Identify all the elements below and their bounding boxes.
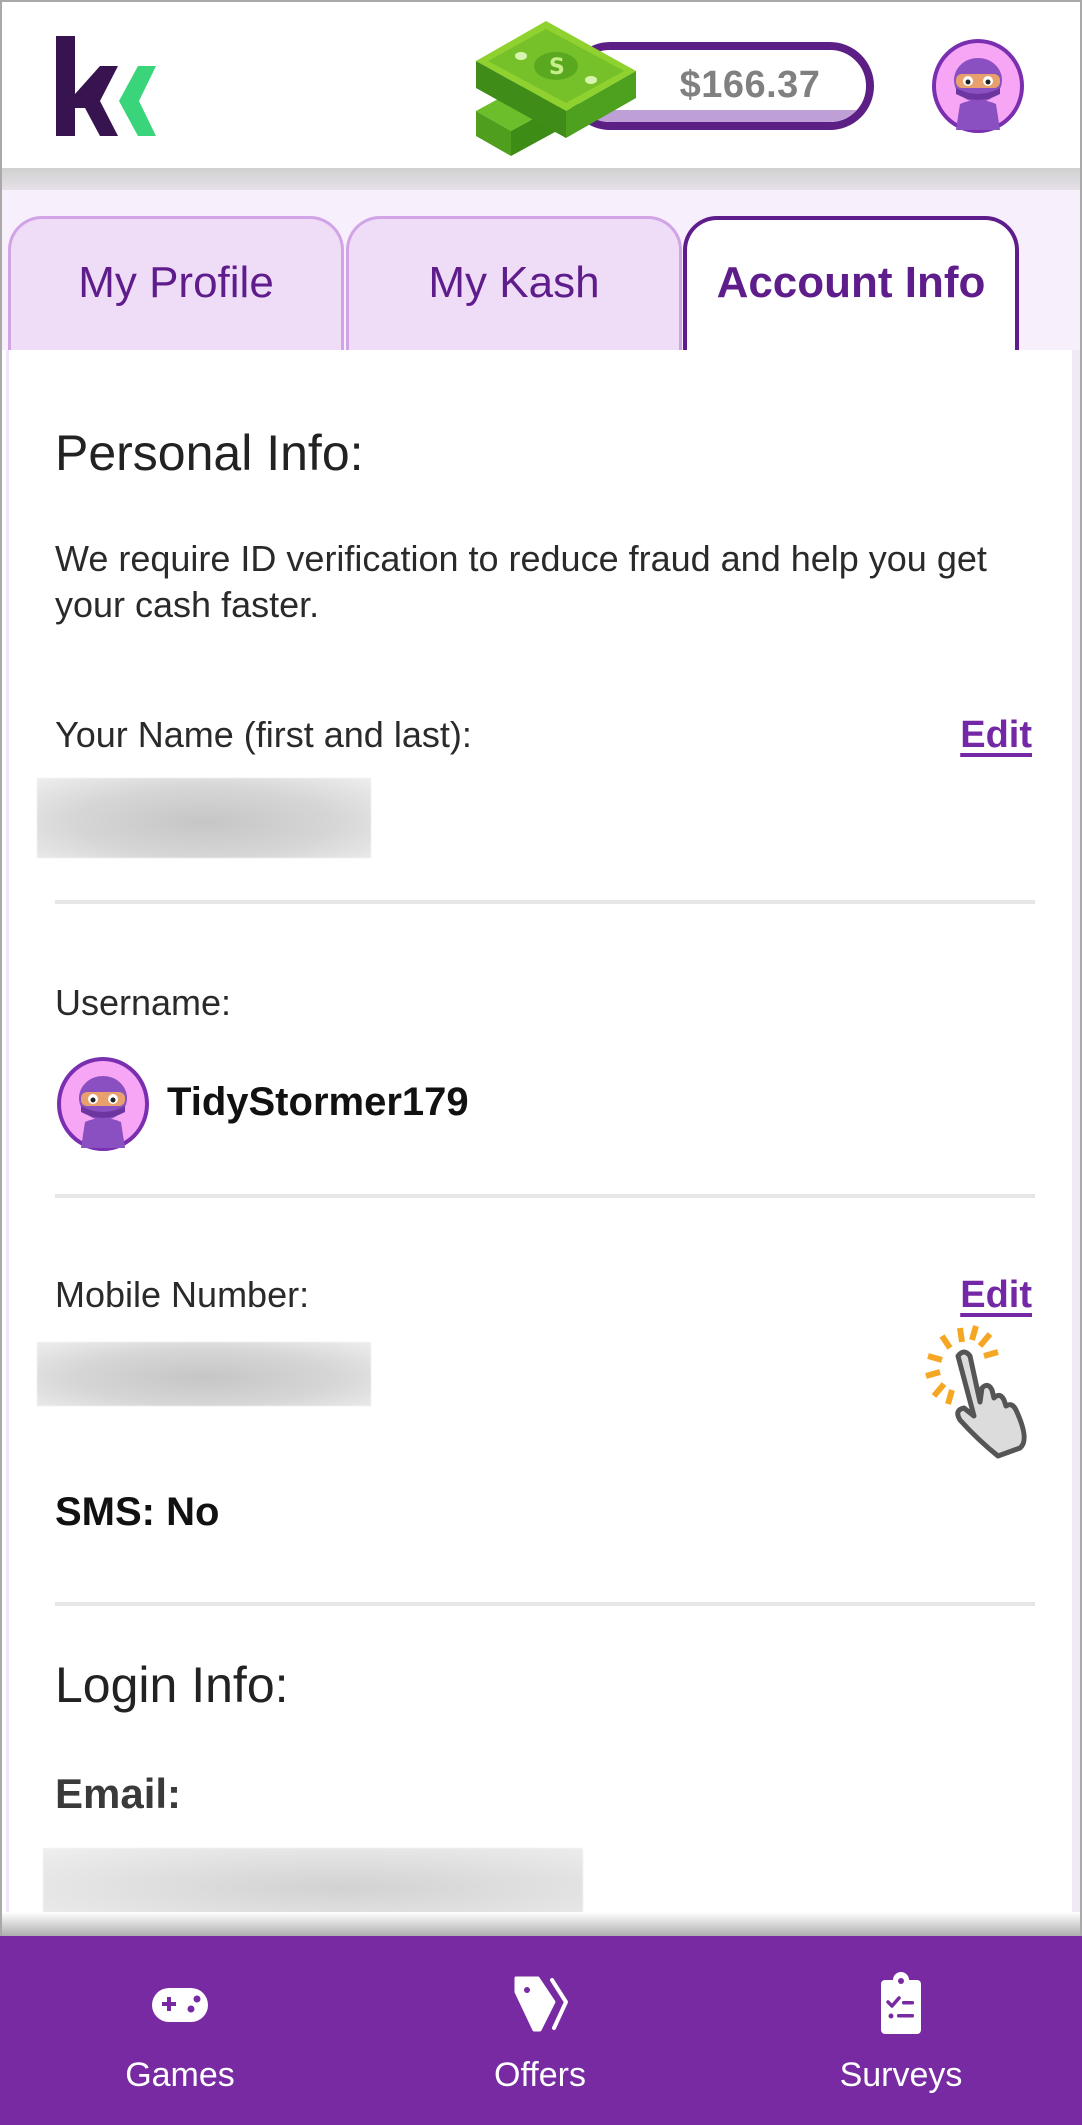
mobile-label: Mobile Number: <box>55 1274 310 1315</box>
login-info-heading: Login Info: <box>55 1657 289 1713</box>
tags-icon <box>514 1976 568 2032</box>
gamepad-icon <box>152 1988 208 2022</box>
tab-my-kash[interactable]: My Kash <box>346 216 682 352</box>
nav-label: Offers <box>494 2056 586 2094</box>
nav-games[interactable]: Games <box>0 1936 360 2125</box>
balance-amount: $166.37 <box>679 64 821 106</box>
username-value: TidyStormer179 <box>167 1080 469 1124</box>
edit-mobile-link[interactable]: Edit <box>960 1274 1032 1317</box>
email-label: Email: <box>55 1770 182 1817</box>
nav-label: Surveys <box>839 2056 963 2094</box>
sms-status: SMS: No <box>55 1490 220 1534</box>
bottom-nav-shadow <box>2 1912 1080 1938</box>
divider <box>55 1194 1035 1198</box>
divider <box>55 900 1035 904</box>
bottom-nav: Games Offers Surveys <box>0 1936 1082 2125</box>
name-label: Your Name (first and last): <box>55 714 472 755</box>
profile-avatar[interactable] <box>930 38 1026 134</box>
top-header: $166.37 S <box>2 2 1080 168</box>
tap-hand-icon <box>925 1325 1027 1459</box>
edit-name-link[interactable]: Edit <box>960 714 1032 757</box>
tab-label: Account Info <box>716 258 986 307</box>
nav-offers[interactable]: Offers <box>360 1936 720 2125</box>
scroll-rail <box>1072 350 1080 1930</box>
tab-account-info[interactable]: Account Info <box>683 216 1019 352</box>
divider <box>55 1602 1035 1606</box>
id-verification-note: We require ID verification to reduce fra… <box>55 538 987 625</box>
nav-surveys[interactable]: Surveys <box>720 1936 1082 2125</box>
clipboard-checklist-icon <box>881 1972 921 2034</box>
mobile-value-redacted <box>37 1342 371 1406</box>
svg-text:S: S <box>549 55 565 80</box>
email-value-redacted <box>43 1848 583 1914</box>
balance-display[interactable]: $166.37 S <box>476 16 876 156</box>
personal-info-heading: Personal Info: <box>55 425 364 481</box>
username-label: Username: <box>55 982 232 1023</box>
account-info-panel: Personal Info: We require ID verificatio… <box>6 350 1072 1930</box>
tab-label: My Kash <box>428 257 600 307</box>
tab-label: My Profile <box>78 257 274 307</box>
name-value-redacted <box>37 778 371 858</box>
kashkick-logo[interactable] <box>56 36 162 136</box>
nav-label: Games <box>125 2056 235 2094</box>
money-stack-icon: S <box>476 21 636 156</box>
tab-my-profile[interactable]: My Profile <box>8 216 344 352</box>
user-avatar <box>57 1057 149 1151</box>
